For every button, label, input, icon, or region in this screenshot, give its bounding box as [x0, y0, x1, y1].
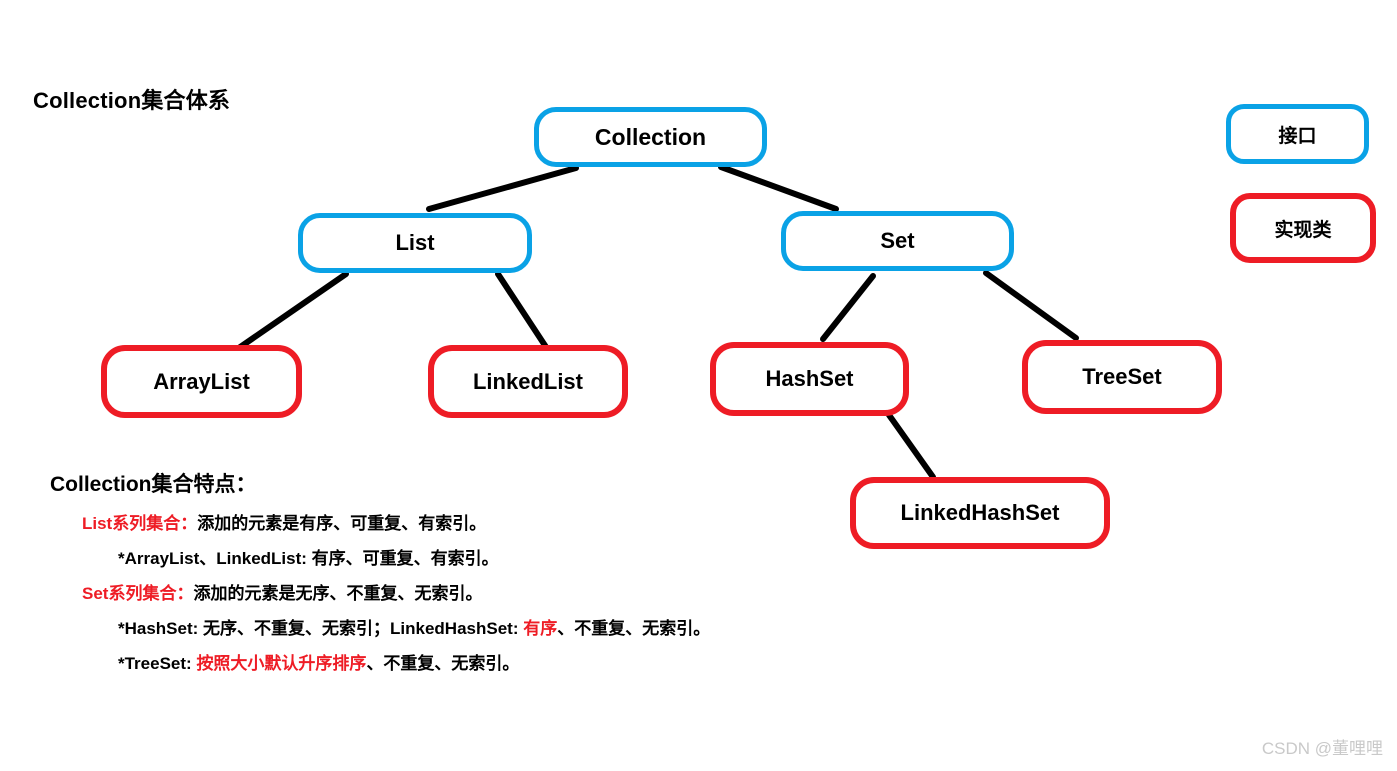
- note-line-set-text: 添加的元素是无序、不重复、无索引。: [193, 584, 483, 603]
- node-set-label: Set: [880, 228, 915, 253]
- note-line-arraylist-linkedlist: *ArrayList、LinkedList: 有序、可重复、有索引。: [118, 544, 710, 569]
- note-line-treeset-text-a: *TreeSet:: [118, 654, 197, 673]
- node-hashset[interactable]: HashSet: [710, 342, 909, 416]
- note-line-treeset: *TreeSet: 按照大小默认升序排序、不重复、无索引。: [118, 649, 710, 674]
- edge-collection-list: [426, 165, 579, 212]
- note-line-list: List系列集合：添加的元素是有序、可重复、有索引。: [82, 509, 710, 534]
- node-set[interactable]: Set: [781, 211, 1014, 271]
- node-hashset-label: HashSet: [765, 366, 854, 391]
- node-linkedlist[interactable]: LinkedList: [428, 345, 628, 418]
- edge-set-hashset: [820, 273, 876, 342]
- edge-hashset-linkedhashset: [886, 412, 936, 480]
- edge-collection-set: [718, 164, 839, 212]
- edge-list-linkedlist: [495, 271, 549, 350]
- note-line-set: Set系列集合：添加的元素是无序、不重复、无索引。: [82, 579, 710, 604]
- legend-interface[interactable]: 接口: [1226, 104, 1369, 164]
- diagram-canvas: Collection集合体系 Collection List Set Array…: [0, 0, 1397, 771]
- note-line-arraylist-linkedlist-text: *ArrayList、LinkedList: 有序、可重复、有索引。: [118, 549, 499, 568]
- node-treeset[interactable]: TreeSet: [1022, 340, 1222, 414]
- legend-implementation-label: 实现类: [1274, 219, 1332, 241]
- notes-heading: Collection集合特点：: [50, 473, 257, 496]
- notes-block: Collection集合特点： List系列集合：添加的元素是有序、可重复、有索…: [50, 468, 710, 684]
- note-line-treeset-highlight: 按照大小默认升序排序: [196, 654, 367, 673]
- node-list-label: List: [395, 230, 435, 255]
- edge-set-treeset: [983, 270, 1079, 341]
- note-line-hashset-linkedhashset: *HashSet: 无序、不重复、无索引；LinkedHashSet: 有序、不…: [118, 614, 710, 639]
- node-arraylist-label: ArrayList: [153, 368, 250, 394]
- node-collection-label: Collection: [594, 123, 707, 150]
- node-linkedhashset-label: LinkedHashSet: [900, 500, 1060, 525]
- legend-implementation[interactable]: 实现类: [1230, 193, 1376, 263]
- note-line-hashset-text-b: 、不重复、无索引。: [557, 619, 711, 638]
- legend-interface-label: 接口: [1278, 125, 1317, 147]
- note-line-hashset-text-a: *HashSet: 无序、不重复、无索引；LinkedHashSet:: [118, 619, 524, 638]
- node-arraylist[interactable]: ArrayList: [101, 345, 302, 418]
- node-treeset-label: TreeSet: [1082, 364, 1162, 389]
- node-linkedlist-label: LinkedList: [472, 368, 583, 394]
- note-line-list-text: 添加的元素是有序、可重复、有索引。: [197, 514, 487, 533]
- note-line-treeset-text-b: 、不重复、无索引。: [366, 654, 520, 673]
- edge-list-arraylist: [230, 271, 349, 355]
- node-linkedhashset[interactable]: LinkedHashSet: [850, 477, 1110, 549]
- node-list[interactable]: List: [298, 213, 532, 273]
- node-collection[interactable]: Collection: [534, 107, 767, 167]
- watermark: CSDN @董哩哩: [1261, 739, 1383, 758]
- note-line-hashset-highlight: 有序: [523, 619, 558, 638]
- note-line-list-label: List系列集合：: [82, 514, 198, 533]
- note-line-set-label: Set系列集合：: [82, 584, 194, 603]
